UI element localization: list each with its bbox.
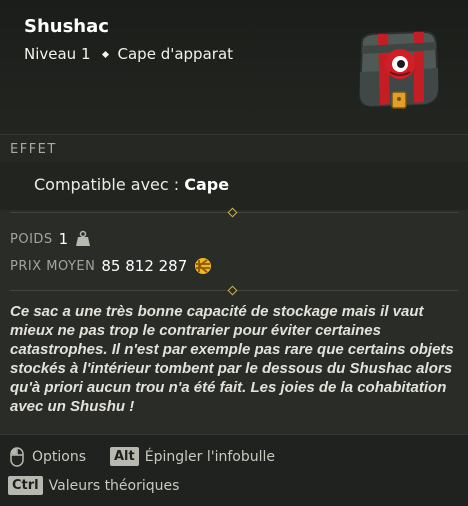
divider bbox=[10, 207, 458, 218]
options-hint: Options bbox=[10, 447, 86, 467]
weight-icon bbox=[76, 230, 91, 246]
divider bbox=[10, 285, 458, 296]
theoretical-hint: Ctrl Valeurs théoriques bbox=[8, 476, 179, 495]
effects-list: Compatible avec : Cape bbox=[0, 162, 468, 210]
compatible-label: Compatible avec : bbox=[34, 175, 180, 194]
item-meta: Niveau 1 Cape d'apparat bbox=[24, 45, 233, 63]
kama-icon bbox=[195, 258, 212, 274]
mouse-icon bbox=[10, 447, 24, 467]
price-row: PRIX MOYEN 85 812 287 bbox=[10, 256, 213, 276]
separator-diamond-icon bbox=[101, 50, 109, 58]
pin-label: Épingler l'infobulle bbox=[144, 448, 275, 465]
divider-diamond-icon bbox=[227, 285, 238, 296]
pin-hint: Alt Épingler l'infobulle bbox=[110, 447, 275, 466]
compatible-effect: Compatible avec : Cape bbox=[34, 175, 229, 194]
item-type: Cape d'apparat bbox=[117, 45, 234, 63]
stats-block: POIDS 1 PRIX MOYEN 85 812 287 bbox=[0, 220, 468, 286]
ctrl-key: Ctrl bbox=[8, 476, 43, 495]
section-title: EFFET bbox=[10, 142, 57, 157]
price-label: PRIX MOYEN bbox=[10, 258, 96, 274]
compatible-value: Cape bbox=[184, 175, 230, 194]
effects-section-header: EFFET bbox=[0, 134, 468, 163]
alt-key: Alt bbox=[110, 447, 139, 466]
item-description: Ce sac a une très bonne capacité de stoc… bbox=[10, 303, 454, 415]
item-level: Niveau 1 bbox=[24, 45, 91, 63]
tooltip-footer: Options Alt Épingler l'infobulle Ctrl Va… bbox=[0, 434, 468, 506]
options-label: Options bbox=[32, 449, 87, 465]
weight-label: POIDS bbox=[10, 231, 53, 247]
theoretical-label: Valeurs théoriques bbox=[48, 477, 180, 494]
tooltip-header: Shushac Niveau 1 Cape d'apparat bbox=[0, 0, 468, 134]
item-name: Shushac bbox=[24, 16, 109, 37]
weight-value: 1 bbox=[58, 230, 69, 248]
weight-row: POIDS 1 bbox=[10, 230, 92, 248]
bag-icon bbox=[358, 30, 440, 109]
price-value: 85 812 287 bbox=[101, 257, 188, 275]
